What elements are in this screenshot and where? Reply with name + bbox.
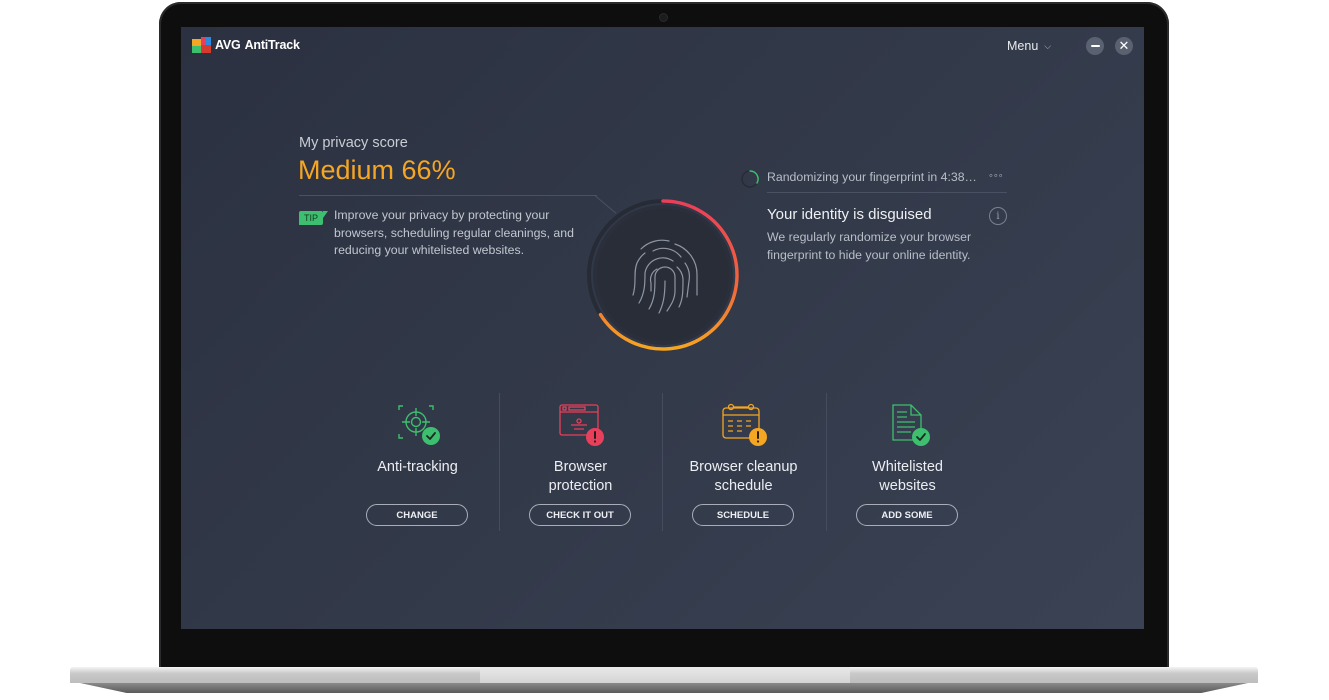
- info-icon[interactable]: i: [989, 207, 1007, 225]
- app-logo: AVG AntiTrack: [192, 37, 300, 53]
- card-whitelisted-websites: Whitelisted websites ADD SOME: [826, 392, 989, 532]
- check-it-out-button[interactable]: CHECK IT OUT: [529, 504, 631, 526]
- spinner-icon: [741, 170, 759, 188]
- add-some-button[interactable]: ADD SOME: [856, 504, 958, 526]
- product-name: AntiTrack: [244, 38, 300, 52]
- calendar-icon: [722, 403, 767, 446]
- card-label: Whitelisted websites: [872, 459, 943, 494]
- minimize-button[interactable]: [1086, 37, 1104, 55]
- card-anti-tracking: Anti-tracking CHANGE: [336, 392, 499, 532]
- check-badge-icon: [912, 428, 930, 446]
- menu-button[interactable]: Menu ⌵: [1007, 39, 1051, 53]
- ring-face: [597, 209, 729, 341]
- chevron-down-icon: ⌵: [1044, 40, 1052, 51]
- card-label: Browser cleanup schedule: [689, 459, 798, 494]
- check-badge-icon: [422, 427, 440, 445]
- privacy-score-label: My privacy score: [299, 135, 408, 151]
- card-browser-protection: Browser protection CHECK IT OUT: [499, 392, 662, 532]
- schedule-button[interactable]: SCHEDULE: [692, 504, 794, 526]
- browser-window-icon: [559, 404, 604, 446]
- more-options-button[interactable]: ◦◦◦: [989, 170, 1004, 182]
- tip-text: Improve your privacy by protecting your …: [334, 208, 574, 257]
- identity-title: Your identity is disguised: [767, 206, 932, 223]
- divider: [767, 192, 1007, 193]
- app-title: AVG AntiTrack: [215, 38, 300, 52]
- brand-name: AVG: [215, 38, 241, 52]
- close-button[interactable]: ✕: [1115, 37, 1133, 55]
- menu-label: Menu: [1007, 39, 1039, 53]
- more-dots-icon: ◦◦◦: [989, 170, 1004, 182]
- laptop-base-notch: [480, 667, 850, 683]
- tip-badge: TIP: [299, 211, 329, 225]
- randomize-status: Randomizing your fingerprint in 4:38…: [767, 170, 977, 184]
- avg-logo-icon: [192, 37, 211, 53]
- divider: [299, 195, 597, 196]
- identity-description: We regularly randomize your browser fing…: [767, 230, 972, 262]
- crosshair-icon: [398, 405, 440, 445]
- camera: [659, 13, 668, 22]
- privacy-score-value: Medium 66%: [298, 155, 456, 185]
- card-label: Anti-tracking: [377, 459, 458, 475]
- card-label: Browser protection: [548, 459, 613, 494]
- card-browser-cleanup: Browser cleanup schedule SCHEDULE: [662, 392, 825, 532]
- close-icon: ✕: [1118, 38, 1130, 53]
- minimize-icon: [1090, 45, 1100, 47]
- change-button[interactable]: CHANGE: [366, 504, 468, 526]
- document-icon: [892, 404, 930, 446]
- app-window: AVG AntiTrack Menu ⌵ ✕ My privacy score M…: [181, 27, 1144, 629]
- laptop-base-bottom: [80, 683, 1248, 693]
- privacy-score-ring: [587, 199, 739, 351]
